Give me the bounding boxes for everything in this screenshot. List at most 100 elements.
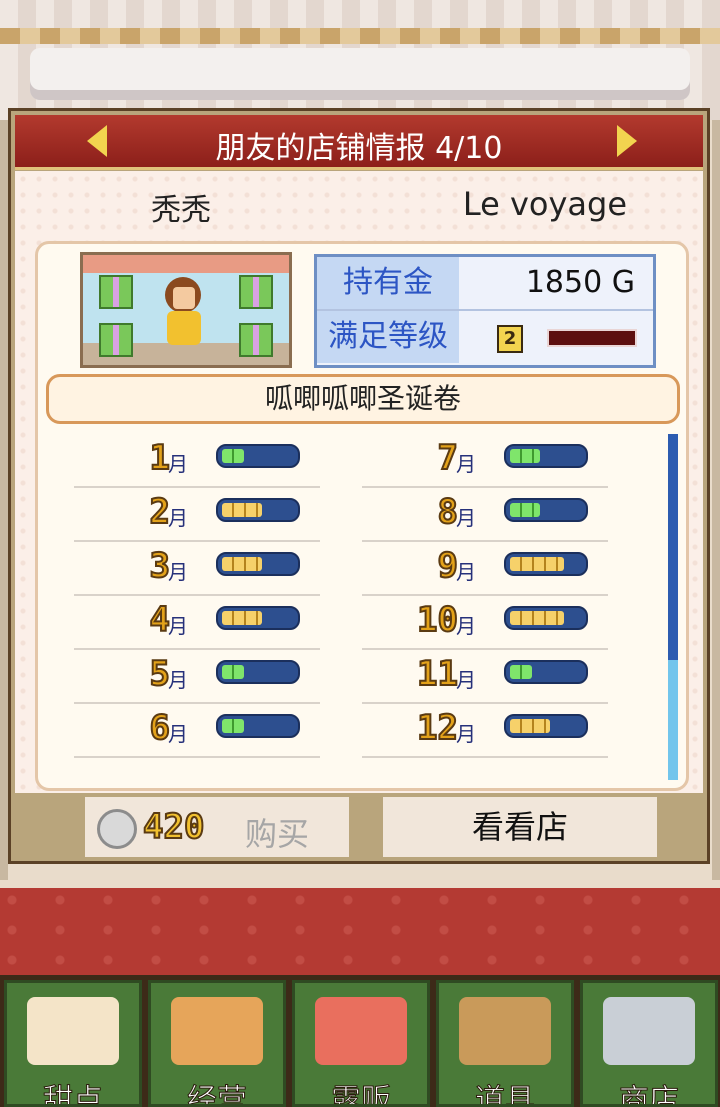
monthly-popularity-grid: 1 月 2 月 3 月 4 月 5 月 6 月 7 月 8 月 9 月 10 月 11 月 12 月	[38, 432, 674, 772]
month-number: 5	[148, 653, 171, 695]
month-number: 4	[148, 599, 171, 641]
popularity-gauge	[216, 606, 300, 630]
items-bag-icon	[459, 997, 551, 1065]
month-unit: 月	[168, 452, 188, 476]
dialog-title: 朋友的店铺情报 4/10	[215, 131, 503, 166]
month-number: 2	[148, 491, 171, 533]
money-row: 持有金 1850 G	[317, 257, 653, 311]
buy-button[interactable]: 420 购买	[85, 797, 349, 857]
month-unit: 月	[456, 452, 476, 476]
coin-icon	[97, 809, 137, 849]
month-row: 8月	[362, 486, 608, 542]
shop-stats: 持有金 1850 G 满足等级 2	[314, 254, 656, 368]
background-side-left	[0, 120, 8, 880]
owner-name: 秃秃	[151, 193, 211, 228]
nav-label: 甜点	[43, 1083, 104, 1107]
month-number: 11	[416, 653, 459, 695]
month-row: 11 月	[362, 648, 608, 704]
month-row: 10 月	[362, 594, 608, 650]
buy-price: 420	[142, 806, 205, 848]
popularity-gauge-fill	[510, 665, 532, 679]
scrollbar[interactable]	[668, 434, 678, 780]
month-row: 3月	[74, 540, 320, 596]
popularity-gauge	[504, 606, 588, 630]
month-row: 5月	[74, 648, 320, 704]
background-awning	[30, 48, 690, 100]
portrait-awning	[83, 255, 289, 273]
month-row: 1月	[74, 432, 320, 488]
month-row: 7月	[362, 432, 608, 488]
month-number: 3	[148, 545, 171, 587]
month-unit: 月	[456, 668, 476, 692]
month-unit: 月	[168, 722, 188, 746]
month-number: 7	[436, 437, 459, 479]
shopkeeper-body	[167, 311, 201, 345]
gift-icon	[99, 275, 133, 309]
month-row: 12 月	[362, 702, 608, 758]
popularity-gauge-fill	[222, 665, 244, 679]
nav-button-5[interactable]: 商店	[580, 980, 718, 1107]
store-icon	[171, 997, 263, 1065]
month-number: 10	[416, 599, 459, 641]
next-arrow-icon[interactable]	[617, 125, 637, 157]
nav-button-2[interactable]: 经营	[148, 980, 286, 1107]
month-number: 9	[436, 545, 459, 587]
satisfaction-row: 满足等级 2	[317, 311, 653, 363]
action-row: 420 购买 看看店	[15, 793, 703, 863]
gift-icon	[239, 275, 273, 309]
nav-label: 露贩	[331, 1083, 392, 1107]
gift-icon	[99, 323, 133, 357]
money-value: 1850 G	[526, 257, 635, 309]
shopkeeper-face	[173, 287, 195, 309]
background-side-right	[712, 120, 720, 880]
popularity-gauge-fill	[510, 611, 564, 625]
popularity-gauge-fill	[510, 719, 550, 733]
popularity-gauge	[216, 552, 300, 576]
nav-button-1[interactable]: 甜点	[4, 980, 142, 1107]
month-unit: 月	[456, 506, 476, 530]
month-unit: 月	[168, 560, 188, 584]
month-number: 8	[436, 491, 459, 533]
view-shop-button[interactable]: 看看店	[383, 797, 657, 857]
month-number: 12	[416, 707, 459, 749]
month-row: 6月	[74, 702, 320, 758]
popularity-gauge	[216, 714, 300, 738]
popularity-gauge	[216, 660, 300, 684]
popularity-gauge	[504, 552, 588, 576]
popularity-gauge	[504, 444, 588, 468]
shop-portrait	[80, 252, 292, 368]
shop-name: Le voyage	[462, 185, 627, 223]
month-unit: 月	[168, 614, 188, 638]
shop-info-card: 持有金 1850 G 满足等级 2 呱唧呱唧圣诞卷 1月2月3月4月5月6月7月…	[35, 241, 689, 791]
popularity-gauge	[504, 498, 588, 522]
money-label: 持有金	[317, 257, 459, 309]
popularity-gauge-fill	[222, 719, 244, 733]
popularity-gauge-fill	[510, 503, 540, 517]
gift-icon	[239, 323, 273, 357]
shopping-cart-icon	[603, 997, 695, 1065]
month-unit: 月	[456, 614, 476, 638]
popularity-gauge-fill	[222, 449, 244, 463]
month-row: 2月	[74, 486, 320, 542]
nav-button-4[interactable]: 道具	[436, 980, 574, 1107]
money-amount: 1850	[525, 265, 603, 300]
popularity-gauge	[504, 714, 588, 738]
month-number: 1	[148, 437, 171, 479]
satisfaction-label: 满足等级	[317, 311, 459, 363]
nav-button-3[interactable]: 露贩	[292, 980, 430, 1107]
nav-label: 道具	[475, 1083, 536, 1107]
dialog-titlebar: 朋友的店铺情报 4/10	[15, 115, 703, 170]
nav-label: 商店	[619, 1083, 680, 1107]
scrollbar-thumb[interactable]	[668, 660, 678, 780]
popularity-gauge-fill	[510, 557, 564, 571]
buy-label: 购买	[245, 815, 310, 853]
satisfaction-bar	[547, 329, 637, 347]
popularity-gauge-fill	[510, 449, 540, 463]
popularity-gauge	[216, 444, 300, 468]
item-name-banner: 呱唧呱唧圣诞卷	[46, 374, 680, 424]
popularity-gauge-fill	[222, 503, 262, 517]
month-unit: 月	[168, 506, 188, 530]
month-number: 6	[148, 707, 171, 749]
background-stripe	[0, 28, 720, 44]
popularity-gauge-fill	[222, 611, 262, 625]
